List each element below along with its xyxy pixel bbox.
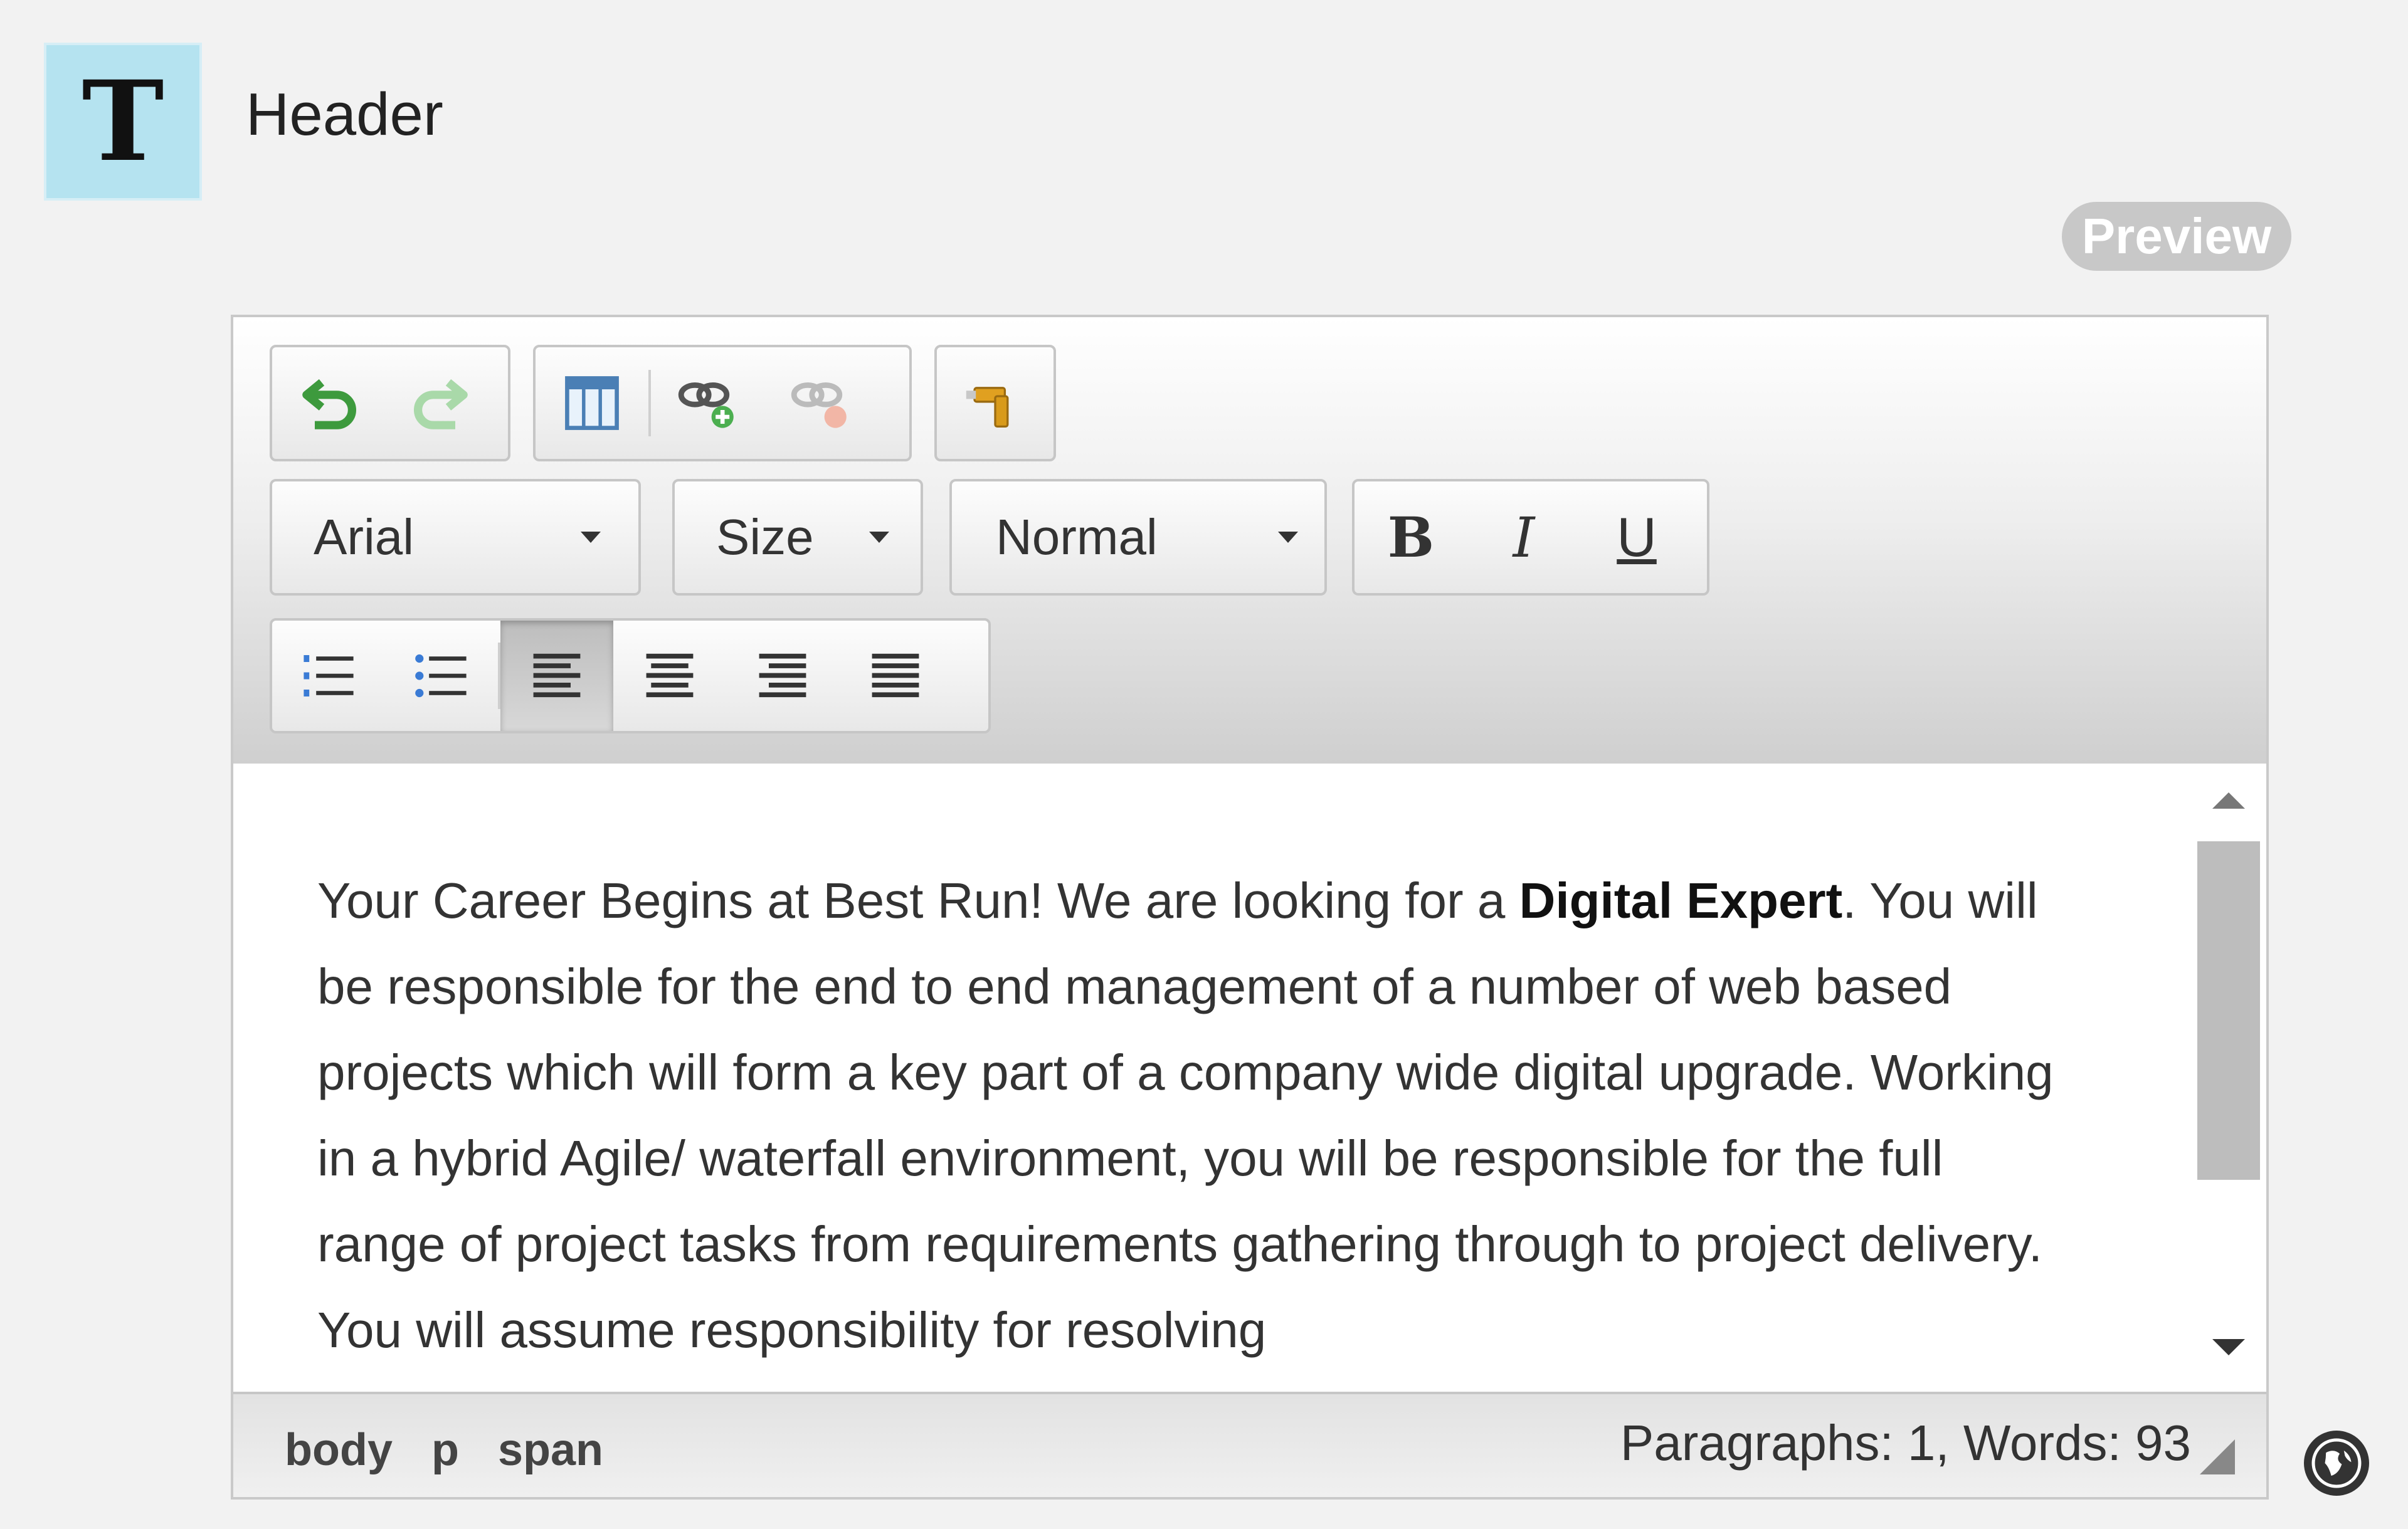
chevron-down-icon xyxy=(1278,532,1298,543)
insert-group xyxy=(533,345,912,461)
redo-button[interactable] xyxy=(385,347,498,459)
resize-handle-icon[interactable] xyxy=(2200,1439,2235,1474)
bulleted-list-button[interactable] xyxy=(385,621,498,731)
content-paragraph: Your Career Begins at Best Run! We are l… xyxy=(317,858,2078,1373)
scroll-up-arrow-icon[interactable] xyxy=(2212,792,2245,809)
font-family-value: Arial xyxy=(314,509,415,565)
preview-button[interactable]: Preview xyxy=(2062,202,2291,271)
content-text-bold: Digital Expert xyxy=(1519,873,1843,928)
bold-button[interactable]: B xyxy=(1354,481,1467,593)
align-left-icon xyxy=(533,653,581,698)
undo-icon xyxy=(302,379,356,429)
unlink-button[interactable] xyxy=(764,347,877,459)
header-type-icon: T xyxy=(44,43,202,201)
clean-format-icon xyxy=(966,387,1009,428)
link-icon xyxy=(678,382,734,428)
link-button[interactable] xyxy=(651,347,764,459)
word-count: Paragraphs: 1, Words: 93 xyxy=(1620,1415,2191,1471)
path-item-span[interactable]: span xyxy=(498,1424,603,1476)
paragraph-group xyxy=(270,618,991,733)
table-button[interactable] xyxy=(536,347,648,459)
page-title: Header xyxy=(246,81,443,148)
italic-button[interactable]: I xyxy=(1467,481,1580,593)
path-item-body[interactable]: body xyxy=(285,1424,393,1476)
align-right-icon xyxy=(759,653,806,698)
align-center-button[interactable] xyxy=(613,621,726,731)
tile-letter: T xyxy=(82,56,164,186)
editor-content-area[interactable]: Your Career Begins at Best Run! We are l… xyxy=(233,764,2191,1392)
rich-text-editor: Arial Size Normal B I U Your Career Begi… xyxy=(231,315,2269,1500)
scroll-thumb[interactable] xyxy=(2197,841,2260,1180)
globe-icon xyxy=(2311,1438,2362,1488)
align-right-button[interactable] xyxy=(726,621,839,731)
font-size-value: Size xyxy=(716,509,814,565)
redo-icon xyxy=(414,379,468,429)
editor-statusbar: body p span Paragraphs: 1, Words: 93 xyxy=(233,1392,2266,1497)
paragraph-format-value: Normal xyxy=(996,509,1158,565)
element-path: body p span xyxy=(285,1424,603,1476)
vertical-scrollbar[interactable] xyxy=(2191,764,2266,1392)
font-size-select[interactable]: Size xyxy=(672,479,923,596)
underline-button[interactable]: U xyxy=(1580,481,1693,593)
editor-toolbar: Arial Size Normal B I U xyxy=(233,317,2266,764)
bulleted-list-icon xyxy=(415,654,467,698)
align-justify-button[interactable] xyxy=(839,621,952,731)
numbered-list-icon xyxy=(304,655,354,696)
unlink-icon xyxy=(791,382,847,428)
chevron-down-icon xyxy=(869,532,889,543)
clean-group xyxy=(934,345,1056,461)
history-group xyxy=(270,345,510,461)
remove-format-button[interactable] xyxy=(937,347,1054,459)
content-text-pre: Your Career Begins at Best Run! We are l… xyxy=(317,873,1519,928)
scroll-down-arrow-icon[interactable] xyxy=(2212,1339,2245,1355)
undo-button[interactable] xyxy=(272,347,385,459)
align-left-button[interactable] xyxy=(500,621,613,731)
align-center-icon xyxy=(646,653,694,698)
align-justify-icon xyxy=(872,653,919,698)
font-family-select[interactable]: Arial xyxy=(270,479,641,596)
chevron-down-icon xyxy=(581,532,601,543)
numbered-list-button[interactable] xyxy=(272,621,385,731)
path-item-p[interactable]: p xyxy=(431,1424,459,1476)
help-button[interactable] xyxy=(2304,1431,2369,1496)
content-text-post: . You will be responsible for the end to… xyxy=(317,873,2054,1358)
paragraph-format-select[interactable]: Normal xyxy=(949,479,1327,596)
table-icon xyxy=(565,376,619,430)
text-style-group: B I U xyxy=(1352,479,1709,596)
